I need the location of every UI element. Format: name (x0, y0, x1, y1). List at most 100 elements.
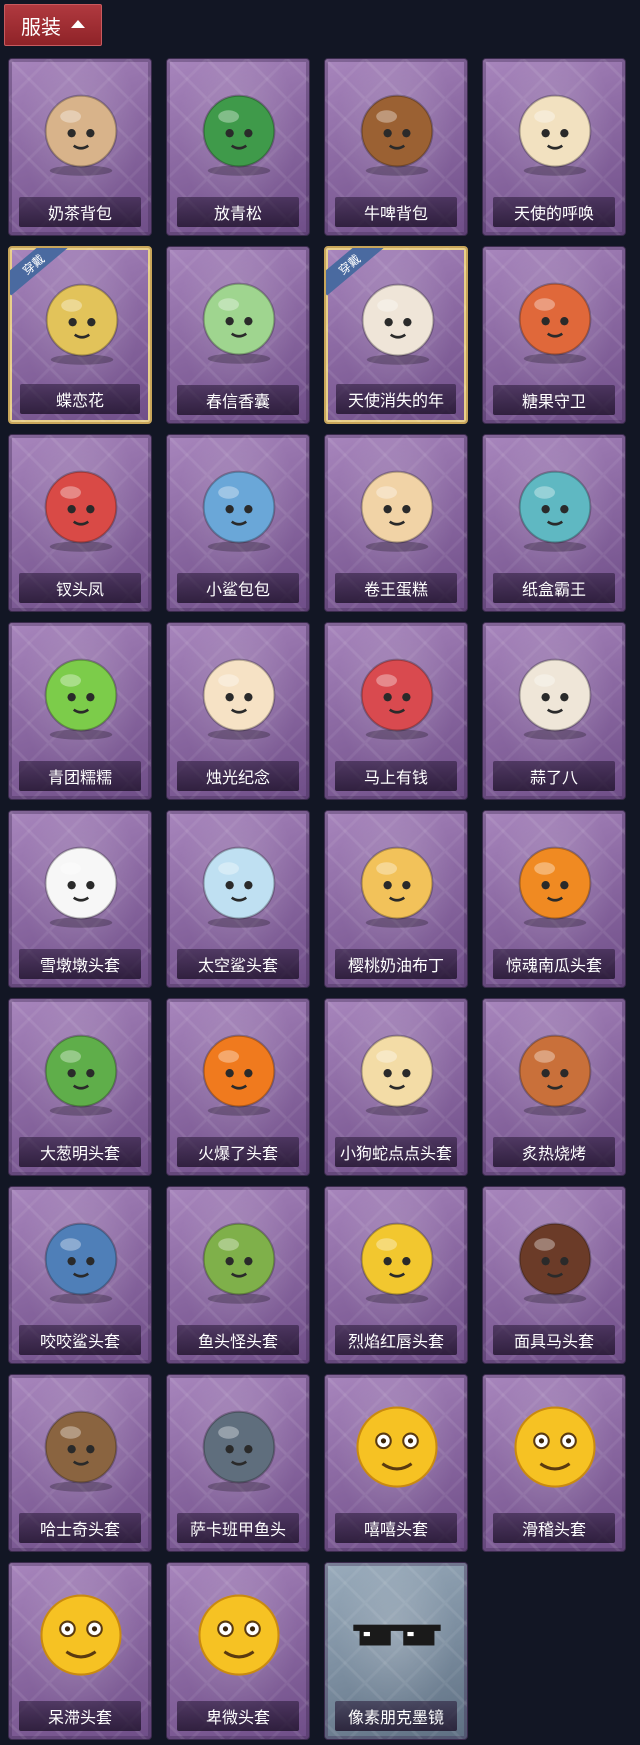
costume-name: 雪墩墩头套 (19, 949, 141, 979)
costume-card[interactable]: 惊魂南瓜头套 (482, 810, 626, 988)
costume-card[interactable]: 烈焰红唇头套 (324, 1186, 468, 1364)
costume-card[interactable]: 面具马头套 (482, 1186, 626, 1364)
costume-card[interactable]: 萨卡班甲鱼头 (166, 1374, 310, 1552)
costume-name: 炙热烧烤 (493, 1137, 615, 1167)
costume-card[interactable]: 青团糯糯 (8, 622, 152, 800)
garlic-icon (503, 641, 607, 745)
humble-face-icon (187, 1581, 291, 1685)
costume-grid: 奶茶背包 放青松 牛啤背包 天使的呼唤 穿戴 蝶恋花 春信香囊 穿戴 天使消失的… (8, 58, 632, 1740)
angel-figure-icon (503, 77, 607, 181)
costume-card[interactable]: 咬咬鲨头套 (8, 1186, 152, 1364)
costume-card[interactable]: 钗头凤 (8, 434, 152, 612)
costume-card[interactable]: 大葱明头套 (8, 998, 152, 1176)
costume-card[interactable]: 火爆了头套 (166, 998, 310, 1176)
green-onion-head-icon (29, 1017, 133, 1121)
costume-card[interactable]: 小狗蛇点点头套 (324, 998, 468, 1176)
costume-name: 大葱明头套 (19, 1137, 141, 1167)
box-dinosaur-icon (503, 453, 607, 557)
costume-name: 太空鲨头套 (177, 949, 299, 979)
costume-card[interactable]: 卑微头套 (166, 1562, 310, 1740)
costume-name: 嘻嘻头套 (335, 1513, 457, 1543)
costume-card[interactable]: 糖果守卫 (482, 246, 626, 424)
costume-name: 烈焰红唇头套 (335, 1325, 457, 1355)
costume-name: 像素朋克墨镜 (335, 1701, 457, 1731)
costume-name: 青团糯糯 (19, 761, 141, 791)
costume-name: 蒜了八 (493, 761, 615, 791)
milk-tea-backpack-icon (29, 77, 133, 181)
costume-card[interactable]: 嘻嘻头套 (324, 1374, 468, 1552)
costume-card[interactable]: 春信香囊 (166, 246, 310, 424)
costume-card[interactable]: 牛啤背包 (324, 58, 468, 236)
costume-card[interactable]: 鱼头怪头套 (166, 1186, 310, 1364)
costume-name: 春信香囊 (177, 385, 299, 415)
sachet-icon (187, 265, 291, 369)
costume-name: 萨卡班甲鱼头 (177, 1513, 299, 1543)
costume-card[interactable]: 天使的呼唤 (482, 58, 626, 236)
costume-name: 小鲨包包 (177, 573, 299, 603)
costume-name: 鱼头怪头套 (177, 1325, 299, 1355)
cow-beer-barrel-icon (345, 77, 449, 181)
chevron-up-icon (71, 20, 85, 28)
funny-face-icon (503, 1393, 607, 1497)
costume-name: 奶茶背包 (19, 197, 141, 227)
costume-name: 小狗蛇点点头套 (335, 1137, 457, 1167)
costume-name: 牛啤背包 (335, 197, 457, 227)
costume-name: 卷王蛋糕 (335, 573, 457, 603)
dazed-face-icon (29, 1581, 133, 1685)
biting-shark-icon (29, 1205, 133, 1309)
costume-name: 火爆了头套 (177, 1137, 299, 1167)
costume-name: 放青松 (177, 197, 299, 227)
costume-name: 纸盒霸王 (493, 573, 615, 603)
costume-name: 烛光纪念 (177, 761, 299, 791)
costume-card[interactable]: 马上有钱 (324, 622, 468, 800)
costume-card[interactable]: 穿戴 天使消失的年 (324, 246, 468, 424)
red-horse-icon (345, 641, 449, 745)
costume-card[interactable]: 哈士奇头套 (8, 1374, 152, 1552)
bbq-meat-icon (503, 1017, 607, 1121)
costume-card[interactable]: 蒜了八 (482, 622, 626, 800)
costume-card[interactable]: 卷王蛋糕 (324, 434, 468, 612)
space-shark-head-icon (187, 829, 291, 933)
costume-card[interactable]: 滑稽头套 (482, 1374, 626, 1552)
phoenix-crown-doll-icon (29, 453, 133, 557)
costume-card[interactable]: 雪墩墩头套 (8, 810, 152, 988)
costume-name: 咬咬鲨头套 (19, 1325, 141, 1355)
angel-girl-charm-icon (346, 266, 450, 370)
yellow-mascot-head-icon (345, 1205, 449, 1309)
pumpkin-scarecrow-icon (503, 265, 607, 369)
costume-name: 滑稽头套 (493, 1513, 615, 1543)
costume-section-toggle[interactable]: 服装 (4, 4, 102, 46)
costume-name: 蝶恋花 (20, 384, 140, 414)
costume-card[interactable]: 烛光纪念 (166, 622, 310, 800)
shark-bag-icon (187, 453, 291, 557)
snake-head-icon (345, 1017, 449, 1121)
costume-card[interactable]: 太空鲨头套 (166, 810, 310, 988)
horse-mask-icon (503, 1205, 607, 1309)
costume-card[interactable]: 樱桃奶油布丁 (324, 810, 468, 988)
costume-card[interactable]: 奶茶背包 (8, 58, 152, 236)
costume-card[interactable]: 纸盒霸王 (482, 434, 626, 612)
costume-name: 卑微头套 (177, 1701, 299, 1731)
jack-o-lantern-icon (503, 829, 607, 933)
fish-monster-head-icon (187, 1205, 291, 1309)
snowman-head-icon (29, 829, 133, 933)
fire-head-icon (187, 1017, 291, 1121)
section-title: 服装 (21, 14, 61, 39)
costume-name: 哈士奇头套 (19, 1513, 141, 1543)
husky-head-icon (29, 1393, 133, 1497)
costume-name: 面具马头套 (493, 1325, 615, 1355)
costume-card[interactable]: 炙热烧烤 (482, 998, 626, 1176)
costume-card[interactable]: 穿戴 蝶恋花 (8, 246, 152, 424)
roll-cake-icon (345, 453, 449, 557)
pixel-sunglasses-icon (345, 1581, 449, 1685)
pine-tree-pot-icon (187, 77, 291, 181)
costume-name: 天使的呼唤 (493, 197, 615, 227)
costume-name: 樱桃奶油布丁 (335, 949, 457, 979)
costume-name: 马上有钱 (335, 761, 457, 791)
costume-card[interactable]: 放青松 (166, 58, 310, 236)
costume-card[interactable]: 像素朋克墨镜 (324, 1562, 468, 1740)
costume-card[interactable]: 小鲨包包 (166, 434, 310, 612)
costume-card[interactable]: 呆滞头套 (8, 1562, 152, 1740)
grinning-face-icon (345, 1393, 449, 1497)
green-dumpling-icon (29, 641, 133, 745)
